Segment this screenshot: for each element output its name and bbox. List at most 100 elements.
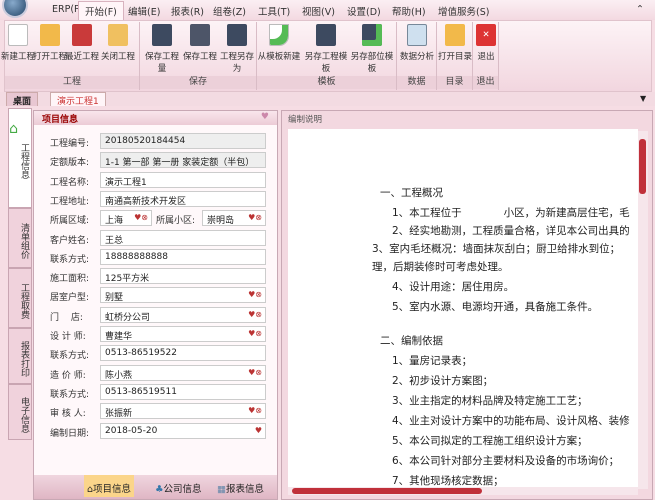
heart-icon: ♥ bbox=[260, 112, 269, 122]
field-input[interactable]: 2018-05-20 ♥ bbox=[100, 422, 266, 439]
field-value: 125平方米 bbox=[105, 274, 150, 285]
button-label: 另存工程模板 bbox=[304, 52, 348, 74]
save-part-template-button[interactable]: 另存部位模板 bbox=[349, 24, 395, 74]
bottom-tab-project-info[interactable]: ⌂项目信息 bbox=[84, 475, 135, 497]
field-input[interactable]: 1-1 第一部 第一册 家装定额（半包） bbox=[100, 152, 266, 169]
menu-value-added[interactable]: 增值服务(S) bbox=[438, 4, 489, 18]
side-tab-fees[interactable]: 工程取费 bbox=[8, 268, 32, 328]
field-row: 工程名称: 演示工程1 bbox=[34, 171, 279, 189]
field-value: 陈小燕 bbox=[105, 370, 133, 381]
button-label: 打开目录 bbox=[437, 52, 472, 62]
document-line: 理，后期装修时可考虑处理。 bbox=[372, 261, 509, 273]
save-as-button[interactable]: 工程另存为 bbox=[217, 24, 257, 74]
button-label: 最近工程 bbox=[64, 52, 99, 62]
document-line: 2、初步设计方案图； bbox=[392, 375, 494, 387]
field-input[interactable]: 125平方米 bbox=[100, 268, 266, 285]
side-tab-report-print[interactable]: 报表打印 bbox=[8, 328, 32, 384]
field-input[interactable]: 演示工程1 bbox=[100, 171, 266, 188]
field-row: 联系方式: 18888888888 bbox=[34, 248, 279, 266]
bottom-tab-report-info[interactable]: ▦报表信息 bbox=[214, 479, 267, 497]
field-input[interactable]: 0513-86519511 bbox=[100, 383, 266, 400]
document-editor[interactable]: 一、工程概况 1、本工程位于 小区，为新建高层住宅，毛 2、经实地勘测，工程质量合格… bbox=[288, 129, 638, 487]
app-orb-button[interactable] bbox=[2, 0, 28, 18]
open-directory-button[interactable]: 打开目录 bbox=[437, 24, 473, 62]
date-dropdown-icon[interactable]: ♥ bbox=[255, 426, 262, 435]
recent-projects-button[interactable]: 最近工程 bbox=[63, 24, 101, 62]
field-label: 造 价 师: bbox=[50, 370, 86, 381]
field-input[interactable]: 别墅 ♥⊗ bbox=[100, 287, 266, 304]
side-tab-project-info[interactable]: 工程信息 ⌂ bbox=[8, 108, 32, 208]
field-label: 联系方式: bbox=[50, 351, 90, 362]
field-input[interactable]: 18888888888 bbox=[100, 248, 266, 265]
new-from-template-button[interactable]: 从模板新建 bbox=[257, 24, 301, 62]
field-value: 崇明岛 bbox=[207, 216, 235, 227]
horizontal-scrollbar[interactable] bbox=[288, 487, 638, 495]
menu-settings[interactable]: 设置(D) bbox=[347, 4, 381, 18]
field-input[interactable]: 曹建华 ♥⊗ bbox=[100, 326, 266, 342]
scroll-thumb[interactable] bbox=[639, 139, 646, 194]
exit-button[interactable]: ✕ 退出 bbox=[471, 24, 501, 62]
menu-compose[interactable]: 组卷(Z) bbox=[213, 4, 246, 18]
dropdown-clear-icon[interactable]: ♥⊗ bbox=[248, 406, 262, 415]
dropdown-clear-icon[interactable]: ♥⊗ bbox=[248, 310, 262, 319]
dropdown-clear-icon[interactable]: ♥⊗ bbox=[248, 329, 262, 338]
dropdown-clear-icon[interactable]: ♥⊗ bbox=[248, 290, 262, 299]
scroll-thumb[interactable] bbox=[292, 488, 482, 494]
field-label: 定额版本: bbox=[50, 158, 90, 169]
new-template-icon bbox=[269, 24, 289, 46]
save-project-template-button[interactable]: 另存工程模板 bbox=[303, 24, 349, 74]
community-select[interactable]: 崇明岛 ♥⊗ bbox=[202, 210, 266, 227]
tab-label: 公司信息 bbox=[163, 484, 202, 495]
save-quantity-button[interactable]: 保存工程量 bbox=[141, 24, 183, 74]
button-label: 保存工程 bbox=[182, 52, 217, 62]
field-row: 工程编号: 20180520184454 bbox=[34, 133, 279, 150]
dropdown-clear-icon[interactable]: ♥⊗ bbox=[134, 213, 148, 222]
menu-help[interactable]: 帮助(H) bbox=[392, 4, 426, 18]
field-input[interactable]: 张振新 ♥⊗ bbox=[100, 403, 266, 420]
button-label: 从模板新建 bbox=[257, 52, 301, 62]
collapse-ribbon-icon[interactable]: ⌃ bbox=[636, 4, 644, 15]
field-input[interactable]: 0513-86519522 bbox=[100, 345, 266, 362]
dropdown-clear-icon[interactable]: ♥⊗ bbox=[248, 213, 262, 222]
document-line: 二、编制依据 bbox=[380, 335, 443, 347]
field-input[interactable]: 虹桥分公司 ♥⊗ bbox=[100, 306, 266, 323]
close-project-button[interactable]: 关闭工程 bbox=[99, 24, 137, 62]
field-value: 0513-86519511 bbox=[105, 386, 177, 397]
field-value: 曹建华 bbox=[105, 332, 133, 342]
field-label: 居室户型: bbox=[50, 293, 90, 304]
bottom-tab-company-info[interactable]: ♣公司信息 bbox=[152, 479, 205, 497]
menu-tools[interactable]: 工具(T) bbox=[258, 4, 290, 18]
field-label: 编制日期: bbox=[50, 428, 90, 439]
menu-edit[interactable]: 编辑(E) bbox=[128, 4, 160, 18]
field-row: 审 核 人: 张振新 ♥⊗ bbox=[34, 403, 279, 420]
field-input[interactable]: 陈小燕 ♥⊗ bbox=[100, 364, 266, 381]
menu-view[interactable]: 视图(V) bbox=[302, 4, 335, 18]
field-value: 演示工程1 bbox=[105, 177, 147, 188]
field-input[interactable]: 南通高新技术开发区 bbox=[100, 190, 266, 207]
tab-list-dropdown-icon[interactable]: ▼ bbox=[640, 94, 646, 103]
folder-icon bbox=[40, 24, 60, 46]
field-input[interactable]: 王总 bbox=[100, 229, 266, 246]
tab-label: 项目信息 bbox=[93, 484, 132, 495]
field-value: 南通高新技术开发区 bbox=[105, 196, 187, 207]
group-label: 数据 bbox=[397, 76, 436, 89]
region-select[interactable]: 上海 ♥⊗ bbox=[100, 210, 152, 227]
tab-desktop[interactable]: 桌面 bbox=[6, 92, 39, 107]
field-label: 门 店: bbox=[50, 312, 83, 323]
home-icon: ⌂ bbox=[9, 121, 18, 137]
tab-demo-project[interactable]: 演示工程1 bbox=[50, 92, 106, 107]
folder-up-icon bbox=[445, 24, 465, 46]
group-label: 工程 bbox=[5, 76, 139, 89]
side-tab-list-pricing[interactable]: 清单组价 bbox=[8, 208, 32, 268]
side-tab-electronic-info[interactable]: 电子信息 bbox=[8, 384, 32, 440]
vertical-scrollbar[interactable] bbox=[638, 131, 648, 489]
data-analysis-button[interactable]: 数据分析 bbox=[397, 24, 437, 62]
people-icon: ♣ bbox=[155, 484, 164, 495]
field-row: 门 店: 虹桥分公司 ♥⊗ bbox=[34, 306, 279, 324]
menu-report[interactable]: 报表(R) bbox=[171, 4, 204, 18]
field-input[interactable]: 20180520184454 bbox=[100, 133, 266, 149]
dropdown-clear-icon[interactable]: ♥⊗ bbox=[248, 368, 262, 377]
menu-start[interactable]: 开始(F) bbox=[78, 1, 124, 21]
save-project-button[interactable]: 保存工程 bbox=[181, 24, 219, 62]
field-value: 0513-86519522 bbox=[105, 348, 177, 359]
